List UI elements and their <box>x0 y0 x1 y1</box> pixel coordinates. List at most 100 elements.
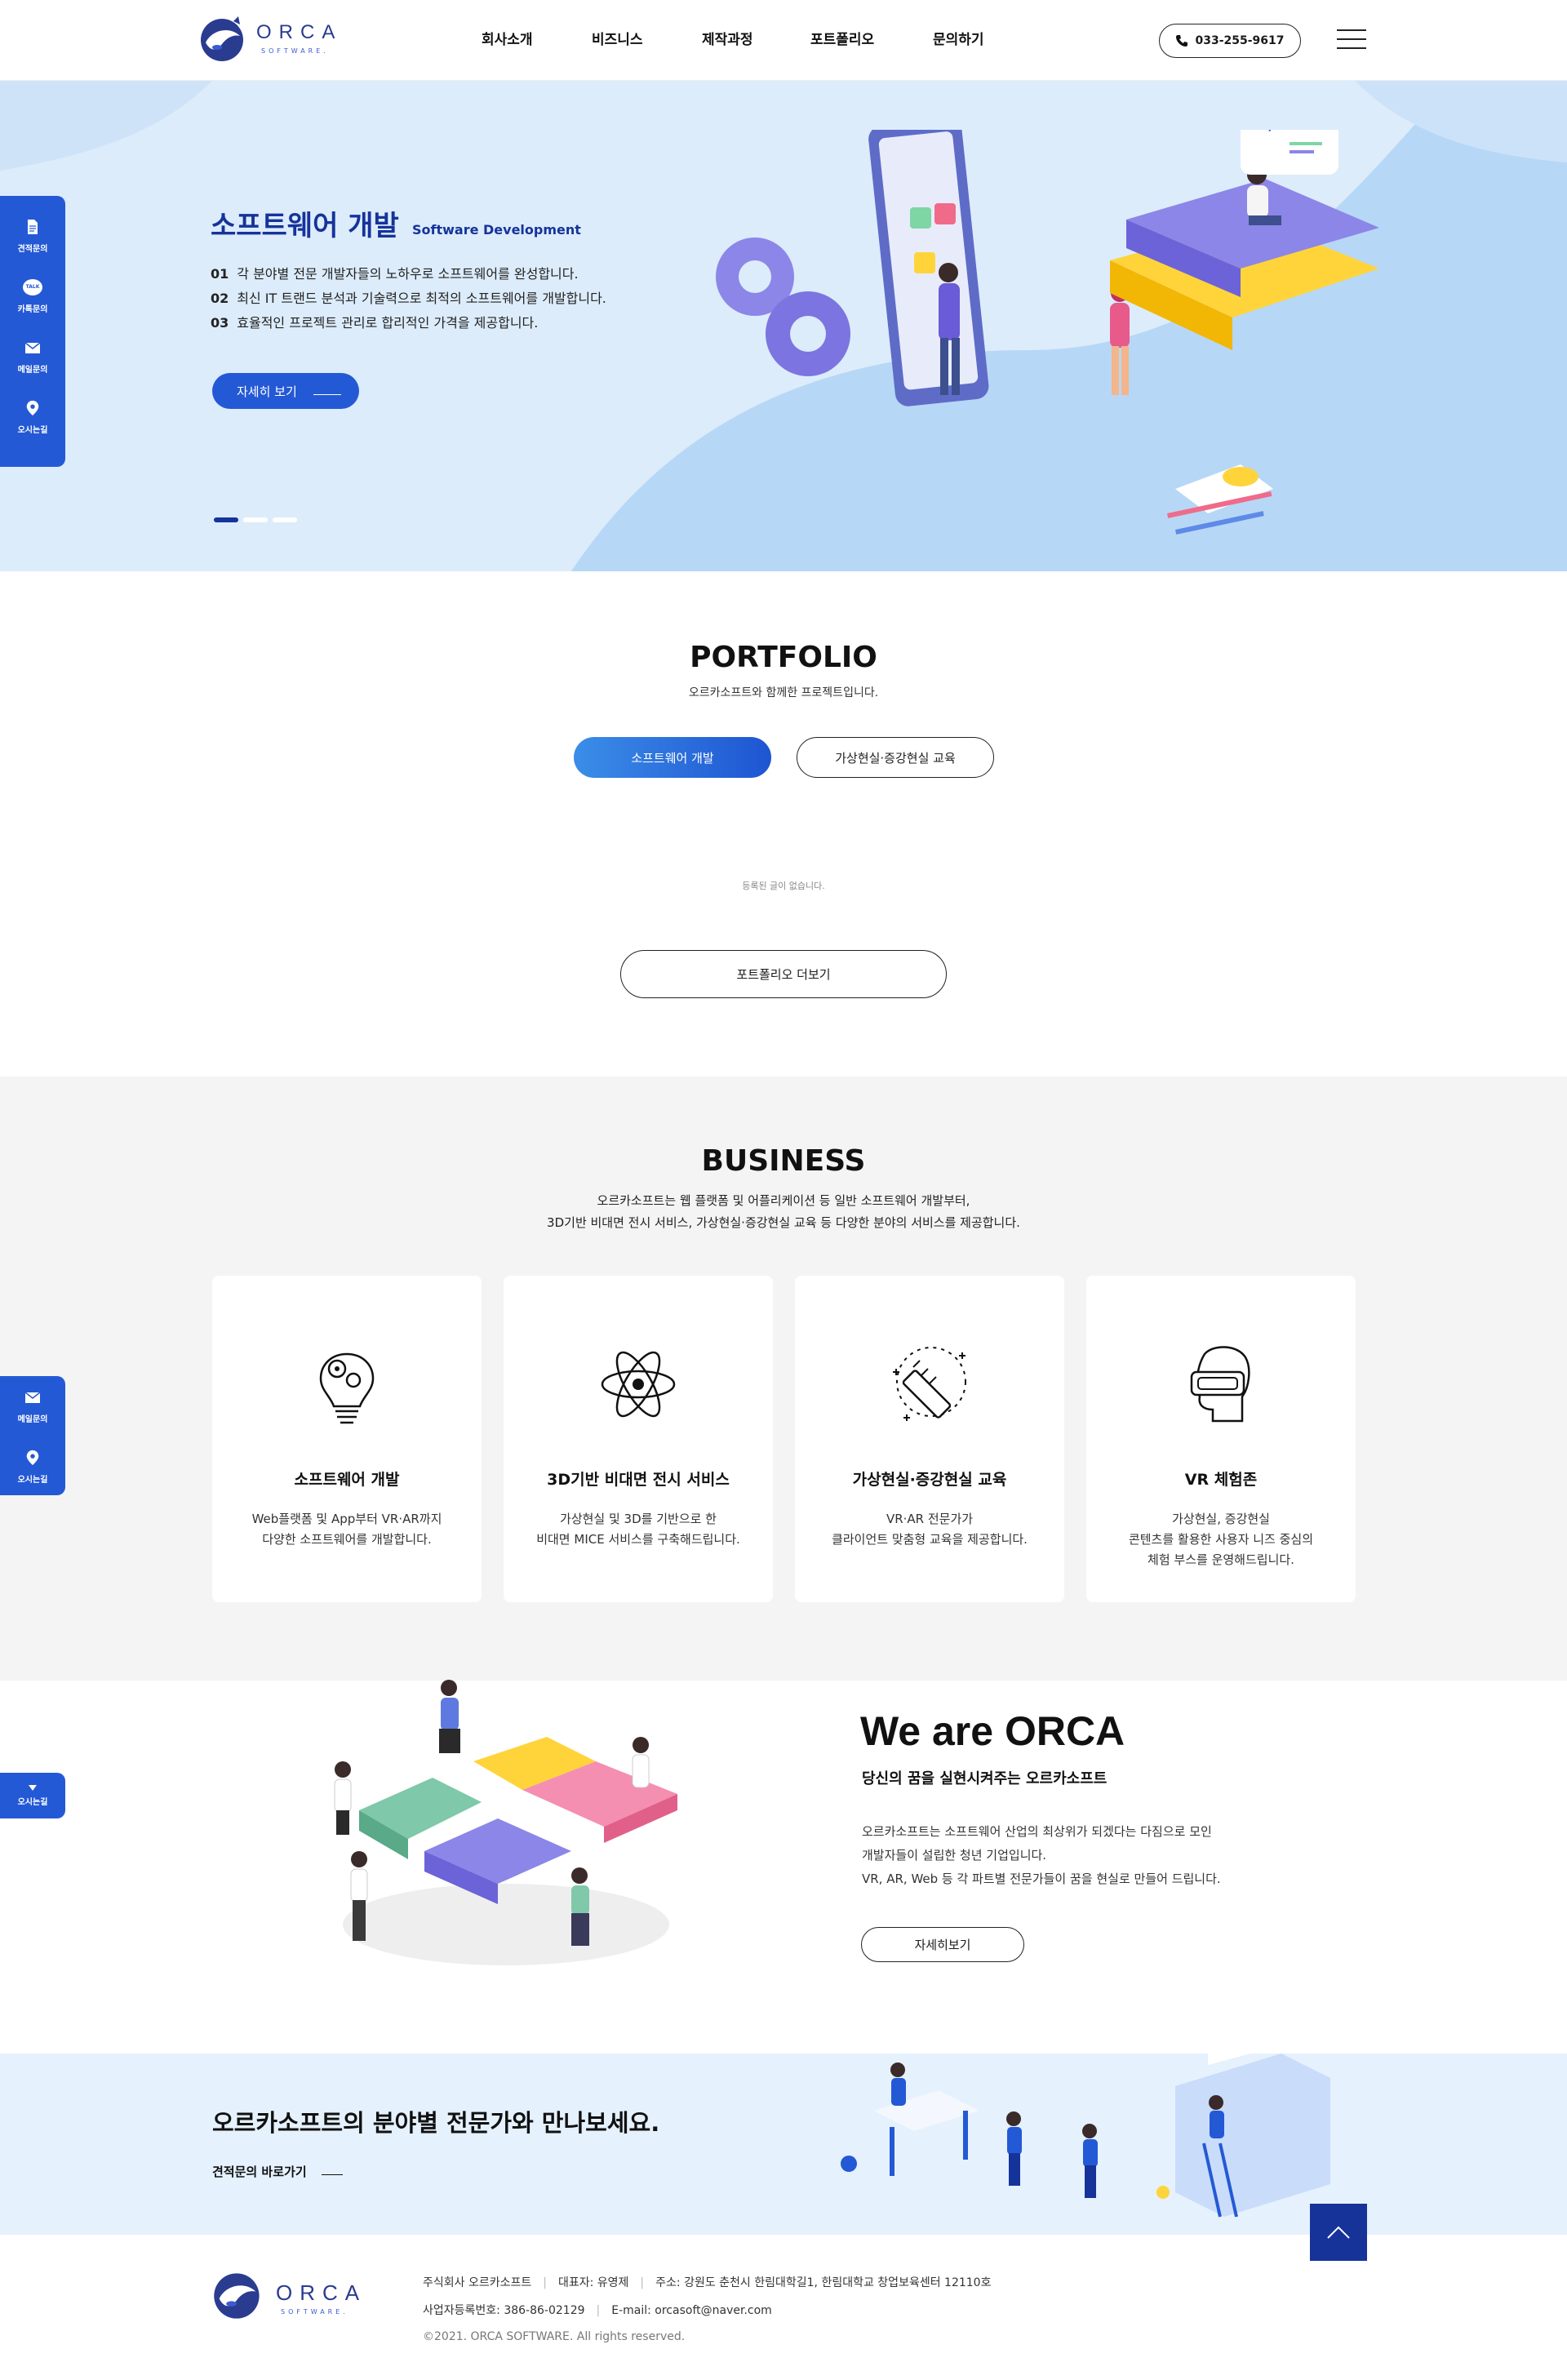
footer-address: 주소: 강원도 춘천시 한림대학길1, 한림대학교 창업보육센터 12110호 <box>655 2276 992 2289</box>
quick-location[interactable]: 오시는길 <box>0 1773 65 1818</box>
quick-mail-label: 메일문의 <box>17 1414 48 1424</box>
business-card-title: 가상현실·증강현실 교육 <box>852 1471 1007 1489</box>
hero-point-num: 01 <box>211 266 229 282</box>
business-card-vr-zone[interactable]: VR 체험존 가상현실, 증강현실 콘텐츠를 활용한 사용자 니즈 중심의 체험 부… <box>1086 1276 1356 1602</box>
orca-title: We are ORCA <box>860 1708 1125 1754</box>
hero-point: 02 최신 IT 트랜드 분석과 기술력으로 최적의 소프트웨어를 개발합니다. <box>211 286 606 311</box>
quick-estimate[interactable]: 견적문의 <box>0 206 65 266</box>
business-card-vr-ar-education[interactable]: 가상현실·증강현실 교육 VR·AR 전문가가클라이언트 맞춤형 교육을 제공합… <box>795 1276 1064 1602</box>
books-icon <box>1110 179 1379 350</box>
lightbulb-gear-icon <box>319 1352 375 1424</box>
hero-title: 소프트웨어 개발 <box>211 210 399 242</box>
quick-talk[interactable]: TALK 카톡문의 <box>0 266 65 326</box>
quick-estimate-label: 견적문의 <box>17 244 48 254</box>
business-card-desc: 가상현실 및 3D를 기반으로 한 비대면 MICE 서비스를 구축해드립니다. <box>504 1509 773 1550</box>
footer-logo[interactable]: ORCA SOFTWARE. <box>211 2269 359 2320</box>
business-card-desc: 가상현실, 증강현실 콘텐츠를 활용한 사용자 니즈 중심의 체험 부스를 운영해드… <box>1086 1509 1356 1570</box>
phone-icon <box>1176 35 1188 47</box>
business-card-software[interactable]: 소프트웨어 개발 Web플랫폼 및 App부터 VR·AR까지 다양한 소프트웨어… <box>212 1276 482 1602</box>
vr-headset-icon <box>1190 1346 1250 1423</box>
person-figure <box>890 2063 906 2106</box>
orca-whale-icon <box>214 2273 260 2319</box>
business-card-desc-line: 클라이언트 맞춤형 교육을 제공합니다. <box>832 1532 1028 1547</box>
hero-point-text: 각 분야별 전문 개발자들의 노하우로 소프트웨어를 완성합니다. <box>237 266 579 282</box>
divider: | <box>640 2276 645 2289</box>
experts-illustration <box>841 2054 1330 2218</box>
logo-wordmark: ORCA <box>256 21 343 43</box>
portfolio-more-button[interactable]: 포트폴리오 더보기 <box>620 950 947 998</box>
orca-desc-line: VR, AR, Web 등 각 파트별 전문가들이 꿈을 현실로 만들어 드립니… <box>862 1872 1221 1886</box>
person-figure <box>571 1867 589 1946</box>
quick-location-label: 오시는길 <box>17 425 48 435</box>
person-figure <box>1209 2095 1224 2138</box>
quick-mail[interactable]: 메일문의 <box>0 326 65 387</box>
chevron-up-icon <box>1327 2226 1350 2239</box>
business-card-desc-line: 체험 부스를 운영해드립니다. <box>1148 1552 1294 1567</box>
hero-point-text: 최신 IT 트랜드 분석과 기술력으로 최적의 소프트웨어를 개발합니다. <box>237 291 606 306</box>
orca-description: 오르카소프트는 소프트웨어 산업의 최상위가 되겠다는 다짐으로 모인 개발자들… <box>862 1820 1221 1891</box>
logo-subtext: SOFTWARE. <box>261 47 329 55</box>
hero-title-en: Software Development <box>412 222 581 238</box>
software-development-illustration: </> <box>716 130 1379 535</box>
portfolio-subtitle: 오르카소프트와 함께한 프로젝트입니다. <box>688 686 879 699</box>
tab-software-development[interactable]: 소프트웨어 개발 <box>574 737 771 778</box>
business-card-desc-line: Web플랫폼 및 App부터 VR·AR까지 <box>251 1512 442 1526</box>
slider-dot[interactable] <box>243 517 268 522</box>
hamburger-menu-icon[interactable] <box>1337 29 1366 51</box>
business-card-title: 3D기반 비대면 전시 서비스 <box>547 1471 730 1489</box>
mail-icon <box>24 341 41 353</box>
portfolio-title: PORTFOLIO <box>690 641 877 674</box>
phone-button[interactable]: 033-255-9617 <box>1159 24 1301 58</box>
business-card-title: 소프트웨어 개발 <box>294 1471 400 1489</box>
orca-logo[interactable]: ORCA SOFTWARE. <box>198 15 335 65</box>
footer-company: 주식회사 오르카소프트 <box>423 2276 532 2289</box>
footer-ceo: 대표자: 유영제 <box>557 2276 629 2289</box>
hero-detail-button[interactable]: 자세히 보기 <box>212 373 359 409</box>
business-card-desc-line: 가상현실 및 3D를 기반으로 한 <box>560 1512 717 1526</box>
atom-icon <box>601 1351 676 1418</box>
scroll-top-button[interactable] <box>1310 2204 1367 2261</box>
document-icon <box>28 219 38 234</box>
quick-location[interactable]: 오시는길 <box>0 387 65 447</box>
hero-detail-label: 자세히 보기 <box>237 384 297 399</box>
quick-mail[interactable]: 메일문의 <box>0 1376 65 1436</box>
tab-vr-ar-education[interactable]: 가상현실·증강현실 교육 <box>797 737 994 778</box>
business-card-desc-line: VR·AR 전문가가 <box>886 1512 974 1526</box>
pencil-icon <box>893 1347 966 1421</box>
business-card-desc: Web플랫폼 및 App부터 VR·AR까지 다양한 소프트웨어를 개발합니다. <box>212 1509 482 1550</box>
estimate-link[interactable]: 견적문의 바로가기 <box>212 2163 343 2180</box>
business-desc-line: 3D기반 비대면 전시 서비스, 가상현실·증강현실 교육 등 다양한 분야의 … <box>547 1215 1020 1230</box>
hero-point: 01 각 분야별 전문 개발자들의 노하우로 소프트웨어를 완성합니다. <box>211 262 606 286</box>
site-header: ORCA SOFTWARE. 회사소개 비즈니스 제작과정 포트폴리오 문의하기… <box>0 0 1567 81</box>
footer-business-info: 사업자등록번호: 386-86-02129 | E-mail: orcasoft@n… <box>423 2302 772 2318</box>
quick-location[interactable]: 오시는길 <box>0 1436 65 1497</box>
nav-portfolio[interactable]: 포트폴리오 <box>810 28 874 48</box>
nav-business[interactable]: 비즈니스 <box>592 28 643 48</box>
quick-menu-mid: 메일문의 오시는길 <box>0 1376 65 1495</box>
divider: | <box>596 2304 601 2317</box>
nav-company[interactable]: 회사소개 <box>482 28 533 48</box>
hero-point-num: 02 <box>211 291 229 306</box>
nav-contact[interactable]: 문의하기 <box>933 28 984 48</box>
hero-point-num: 03 <box>211 315 229 331</box>
business-card-3d-exhibition[interactable]: 3D기반 비대면 전시 서비스 가상현실 및 3D를 기반으로 한 비대면 MIC… <box>504 1276 773 1602</box>
slider-dots <box>214 510 302 526</box>
slider-dot[interactable] <box>273 517 297 522</box>
phone-number: 033-255-9617 <box>1195 34 1285 47</box>
orca-desc-line: 개발자들이 설립한 청년 기업입니다. <box>862 1848 1047 1863</box>
hero-point-text: 효율적인 프로젝트 관리로 합리적인 가격을 제공합니다. <box>237 315 539 331</box>
gear-icon <box>716 238 850 376</box>
divider: | <box>543 2276 547 2289</box>
orca-detail-button[interactable]: 자세히보기 <box>861 1927 1024 1962</box>
person-figure <box>1082 2124 1098 2198</box>
business-card-title: VR 체험존 <box>1184 1471 1258 1489</box>
code-bubble-icon: </> <box>1241 130 1338 175</box>
mail-icon <box>24 1391 41 1403</box>
nav-process[interactable]: 제작과정 <box>702 28 753 48</box>
footer-biz-no: 사업자등록번호: 386-86-02129 <box>423 2304 585 2317</box>
orca-desc-line: 오르카소프트는 소프트웨어 산업의 최상위가 되겠다는 다짐으로 모인 <box>862 1824 1212 1839</box>
talk-icon: TALK <box>23 278 42 295</box>
slider-dot[interactable] <box>214 517 238 522</box>
person-figure <box>334 1761 352 1835</box>
footer-copyright: ©2021. ORCA SOFTWARE. All rights reserve… <box>423 2330 686 2343</box>
